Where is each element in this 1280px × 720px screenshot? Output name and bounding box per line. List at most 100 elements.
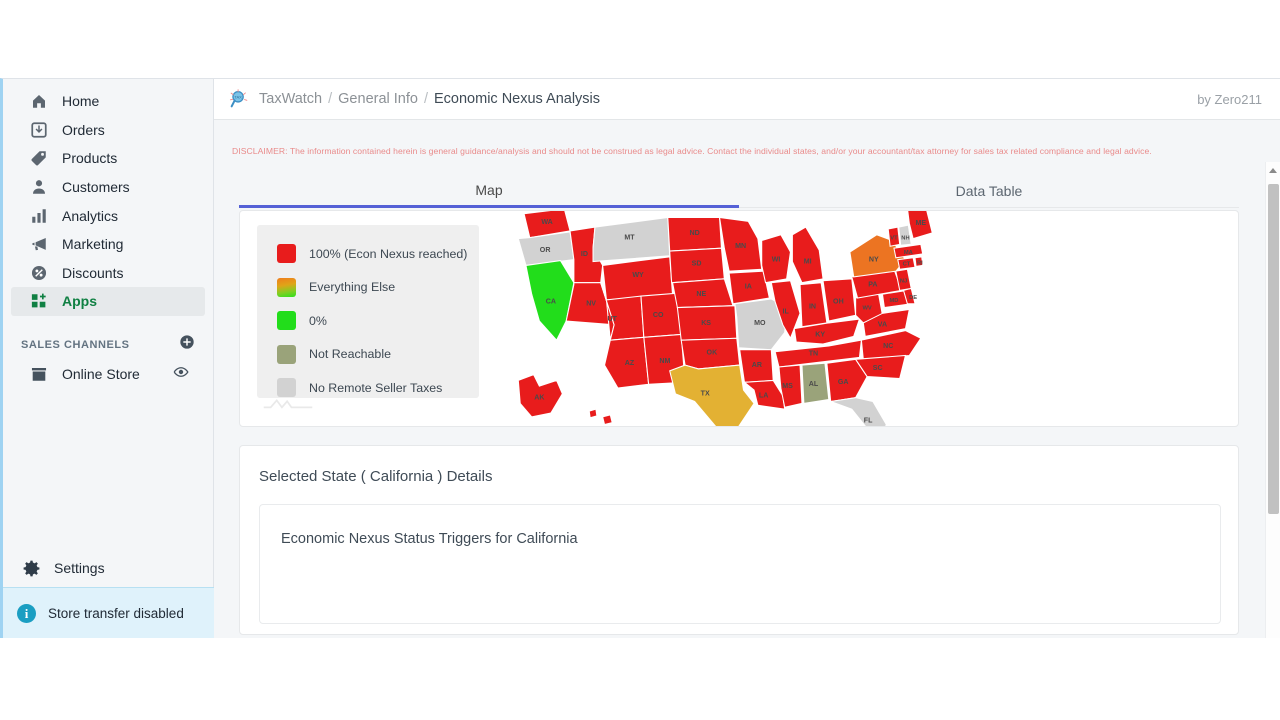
sidebar-item-online-store[interactable]: Online Store <box>11 360 205 388</box>
sidebar-item-analytics[interactable]: Analytics <box>11 201 205 230</box>
sidebar-item-label: Products <box>62 150 117 166</box>
sidebar-item-products[interactable]: Products <box>11 144 205 173</box>
state-NH[interactable] <box>899 225 911 245</box>
selected-state-title: Selected State ( California ) Details <box>240 446 1238 485</box>
breadcrumb-separator: / <box>424 91 428 107</box>
plus-circle-icon[interactable] <box>179 334 195 355</box>
state-AL[interactable] <box>802 363 829 403</box>
map-states[interactable] <box>518 210 932 427</box>
app-topbar: TAX TaxWatch / General Info / Economic N… <box>214 79 1280 120</box>
sidebar-item-label: Online Store <box>62 366 140 382</box>
state-HI-2[interactable] <box>603 415 613 425</box>
tab-data-table[interactable]: Data Table <box>739 174 1239 208</box>
sidebar: Home Orders Products Customers <box>3 79 214 638</box>
legend-label: Everything Else <box>309 280 395 294</box>
state-IN[interactable] <box>800 283 827 327</box>
sidebar-item-home[interactable]: Home <box>11 87 205 116</box>
state-NE[interactable] <box>673 279 733 308</box>
state-ND[interactable] <box>668 218 722 252</box>
sidebar-item-apps[interactable]: Apps <box>11 287 205 316</box>
state-SD[interactable] <box>670 248 725 282</box>
sidebar-item-customers[interactable]: Customers <box>11 173 205 202</box>
taxwatch-magnifier-logo: TAX <box>228 88 250 110</box>
sidebar-nav-list: Home Orders Products Customers <box>3 79 213 316</box>
svg-text:TAX: TAX <box>234 95 242 100</box>
gear-icon <box>21 558 41 578</box>
state-AZ[interactable] <box>605 337 649 388</box>
state-MT[interactable] <box>593 218 670 262</box>
tab-label: Map <box>475 182 502 198</box>
tab-bar: Map Data Table <box>239 174 1239 208</box>
state-OK[interactable] <box>681 338 739 369</box>
state-RI[interactable] <box>915 257 923 267</box>
storefront-icon <box>29 364 49 384</box>
state-VT[interactable] <box>888 227 900 246</box>
app-viewport: Home Orders Products Customers <box>0 78 1280 638</box>
online-store-left: Online Store <box>29 364 140 384</box>
state-FL[interactable] <box>831 398 887 427</box>
legend-swatch-everything-else <box>277 278 296 297</box>
eye-view-icon[interactable] <box>173 364 189 383</box>
marketing-megaphone-icon <box>29 234 49 254</box>
scroll-up-arrow-icon[interactable] <box>1269 168 1277 173</box>
main-region: TAX TaxWatch / General Info / Economic N… <box>214 79 1280 638</box>
state-WI[interactable] <box>762 235 791 283</box>
map-card: 100% (Econ Nexus reached) Everything Els… <box>239 210 1239 427</box>
state-HI-1[interactable] <box>589 409 597 418</box>
customer-person-icon <box>29 177 49 197</box>
sidebar-item-label: Marketing <box>62 236 123 252</box>
store-transfer-banner[interactable]: i Store transfer disabled <box>3 587 214 638</box>
legend-swatch-zero-percent <box>277 311 296 330</box>
legend-item[interactable]: 0% <box>277 304 479 338</box>
sidebar-item-marketing[interactable]: Marketing <box>11 230 205 259</box>
state-CA[interactable] <box>526 261 574 341</box>
state-OR[interactable] <box>518 232 574 266</box>
state-IA[interactable] <box>729 271 769 304</box>
breadcrumb: TAX TaxWatch / General Info / Economic N… <box>228 88 600 110</box>
sidebar-item-label: Apps <box>62 293 97 309</box>
sidebar-item-label: Customers <box>62 179 130 195</box>
state-CT[interactable] <box>898 258 915 270</box>
sidebar-item-discounts[interactable]: Discounts <box>11 259 205 288</box>
state-MN[interactable] <box>720 218 762 272</box>
us-map-svg[interactable]: WA OR CA ID NV MT WY UT CO AZ NM ND <box>502 210 962 427</box>
state-CO[interactable] <box>641 293 681 337</box>
legend-label: 100% (Econ Nexus reached) <box>309 247 467 261</box>
sidebar-item-label: Discounts <box>62 265 123 281</box>
legend-item[interactable]: Everything Else <box>277 271 479 305</box>
legend-item[interactable]: Not Reachable <box>277 338 479 372</box>
sidebar-item-orders[interactable]: Orders <box>11 116 205 145</box>
sidebar-item-label: Settings <box>54 560 105 576</box>
state-WY[interactable] <box>603 257 673 300</box>
scrollbar-thumb[interactable] <box>1268 184 1279 514</box>
apps-grid-icon <box>29 291 49 311</box>
sales-channels-header-row: SALES CHANNELS <box>11 332 205 358</box>
orders-inbox-icon <box>29 120 49 140</box>
state-MI[interactable] <box>792 227 823 283</box>
info-circle-icon: i <box>17 604 36 623</box>
breadcrumb-separator: / <box>328 91 332 107</box>
us-choropleth-map[interactable]: WA OR CA ID NV MT WY UT CO AZ NM ND <box>502 210 962 427</box>
discount-percent-icon <box>29 263 49 283</box>
tab-map[interactable]: Map <box>239 174 739 208</box>
state-AK[interactable] <box>518 375 562 417</box>
legend-item[interactable]: 100% (Econ Nexus reached) <box>277 237 479 271</box>
legend-label: 0% <box>309 314 327 328</box>
state-HI-3[interactable] <box>635 426 647 427</box>
vertical-scrollbar[interactable] <box>1265 162 1280 638</box>
legend-swatch-not-reachable <box>277 345 296 364</box>
state-MA[interactable] <box>894 244 923 257</box>
store-transfer-label: Store transfer disabled <box>48 606 184 621</box>
product-tag-icon <box>29 148 49 168</box>
breadcrumb-item-1[interactable]: General Info <box>338 91 418 107</box>
breadcrumb-item-0[interactable]: TaxWatch <box>259 91 322 107</box>
state-AR[interactable] <box>740 350 774 383</box>
map-provider-watermark <box>262 394 314 412</box>
state-OH[interactable] <box>823 279 856 321</box>
state-KS[interactable] <box>677 306 736 341</box>
state-ME[interactable] <box>907 210 932 239</box>
page-content: DISCLAIMER: The information contained he… <box>214 120 1280 638</box>
state-TX[interactable] <box>670 365 754 427</box>
sales-channels-label: SALES CHANNELS <box>21 339 130 351</box>
sidebar-item-settings[interactable]: Settings <box>3 549 213 587</box>
